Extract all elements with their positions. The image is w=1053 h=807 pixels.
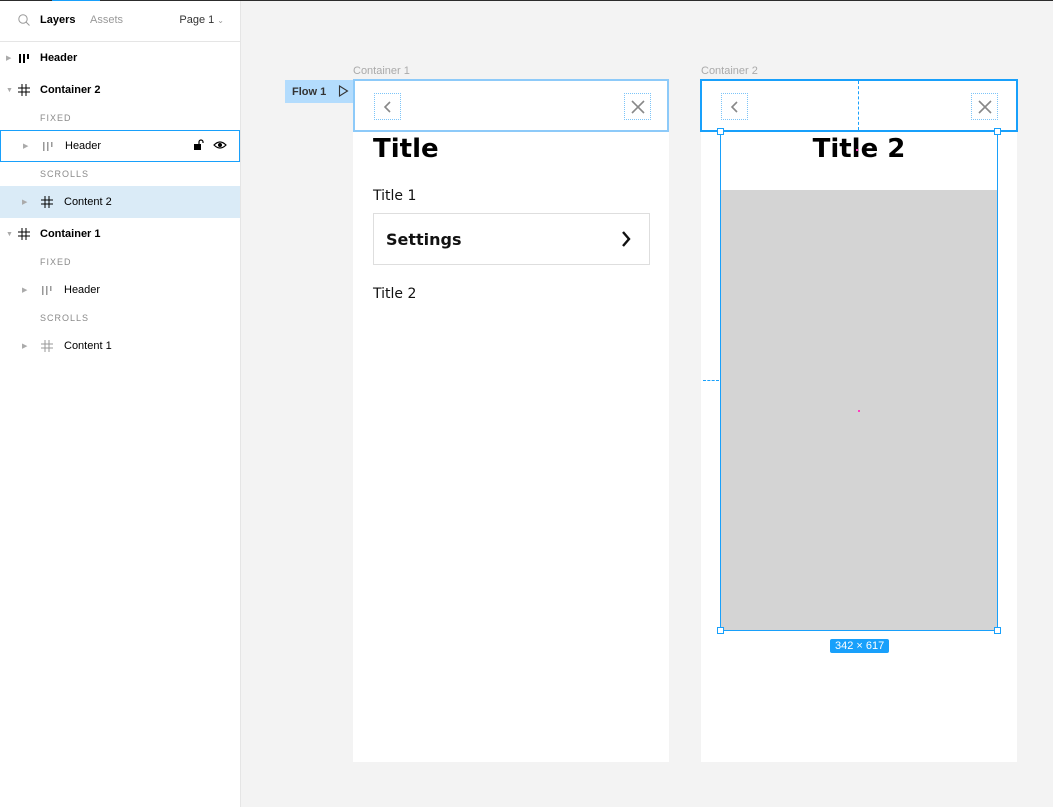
chevron-right-icon — [622, 231, 631, 247]
spacing-guide — [703, 380, 719, 381]
close-icon — [977, 99, 992, 114]
canvas[interactable]: Flow 1 Container 1 Title Title 1 Setting… — [241, 1, 1053, 807]
center-point — [858, 410, 860, 412]
layer-actions — [193, 139, 227, 151]
expand-caret-icon[interactable]: ▶ — [22, 286, 27, 294]
chevron-left-icon — [730, 100, 738, 113]
page-selector[interactable]: Page 1 ⌄ — [179, 14, 224, 26]
tab-assets[interactable]: Assets — [90, 14, 123, 26]
layer-label: Content 1 — [64, 340, 112, 352]
resize-handle-tl[interactable] — [717, 128, 724, 135]
chevron-down-icon: ⌄ — [217, 15, 224, 25]
frame-label-container-1[interactable]: Container 1 — [353, 65, 410, 77]
page-title: Title — [373, 134, 439, 164]
close-button[interactable] — [971, 93, 998, 120]
tab-layers[interactable]: Layers — [40, 14, 75, 26]
eye-icon[interactable] — [213, 139, 227, 151]
layer-header-container-1[interactable]: ▶ Header — [0, 274, 240, 306]
flow-label: Flow 1 — [292, 85, 327, 98]
layer-label: Container 1 — [40, 228, 101, 240]
section-label-scrolls: SCROLLS — [40, 313, 90, 323]
frame-label-container-2[interactable]: Container 2 — [701, 65, 758, 77]
columns-icon — [41, 139, 55, 153]
frame-1-header[interactable] — [353, 79, 669, 132]
back-button[interactable] — [721, 93, 748, 120]
layer-content-1[interactable]: ▶ Content 1 — [0, 330, 240, 362]
frame-icon — [40, 339, 54, 353]
close-button[interactable] — [624, 93, 651, 120]
expand-caret-icon[interactable]: ▶ — [22, 198, 27, 206]
section-label-fixed: FIXED — [40, 113, 72, 123]
columns-icon — [17, 51, 31, 65]
text-center-point — [856, 149, 858, 151]
collapse-caret-icon[interactable]: ▼ — [6, 87, 13, 94]
close-icon — [630, 99, 645, 114]
resize-handle-bl[interactable] — [717, 627, 724, 634]
section-label-scrolls: SCROLLS — [40, 169, 90, 179]
frame-container-1[interactable]: Title Title 1 Settings Title 2 — [353, 79, 669, 762]
unlock-icon[interactable] — [193, 139, 205, 151]
back-button[interactable] — [374, 93, 401, 120]
center-guide — [858, 81, 859, 130]
columns-icon — [40, 283, 54, 297]
layer-label: Header — [65, 140, 102, 152]
resize-handle-tr[interactable] — [994, 128, 1001, 135]
list-item-title-2: Title 2 — [373, 286, 417, 302]
panel-tabs: Layers Assets Page 1 ⌄ — [0, 1, 240, 42]
layer-container-2[interactable]: ▼ Container 2 — [0, 74, 240, 106]
expand-caret-icon[interactable]: ▶ — [6, 54, 11, 62]
layer-container-1[interactable]: ▼ Container 1 — [0, 218, 240, 250]
layer-header[interactable]: ▶ Header — [0, 42, 240, 74]
expand-caret-icon[interactable]: ▶ — [23, 142, 28, 150]
selection-box[interactable] — [720, 131, 998, 631]
frame-icon — [40, 195, 54, 209]
size-badge: 342 × 617 — [830, 639, 890, 653]
top-border — [0, 0, 1053, 1]
frame-icon — [17, 83, 31, 97]
frame-icon — [17, 227, 31, 241]
layer-label: Header — [40, 52, 78, 64]
layers-panel: Layers Assets Page 1 ⌄ ▶ Header ▼ Contai… — [0, 1, 241, 807]
page-selector-label: Page 1 — [179, 14, 215, 26]
settings-label: Settings — [386, 229, 462, 249]
settings-row[interactable]: Settings — [373, 213, 650, 265]
layer-content-2[interactable]: ▶ Content 2 — [0, 186, 240, 218]
collapse-caret-icon[interactable]: ▼ — [6, 231, 13, 238]
layer-label: Content 2 — [64, 196, 112, 208]
frame-2-header[interactable] — [700, 79, 1018, 132]
active-tab-indicator — [52, 0, 100, 1]
layer-label: Container 2 — [40, 84, 101, 96]
chevron-left-icon — [383, 100, 391, 113]
play-icon[interactable] — [338, 85, 349, 97]
layer-label: Header — [64, 284, 101, 296]
section-label-fixed: FIXED — [40, 257, 72, 267]
flow-starting-point[interactable]: Flow 1 — [285, 80, 353, 103]
search-icon[interactable] — [17, 13, 31, 27]
list-item-title-1: Title 1 — [373, 188, 417, 204]
resize-handle-br[interactable] — [994, 627, 1001, 634]
layer-header-container-2[interactable]: ▶ Header — [0, 130, 240, 162]
expand-caret-icon[interactable]: ▶ — [22, 342, 27, 350]
